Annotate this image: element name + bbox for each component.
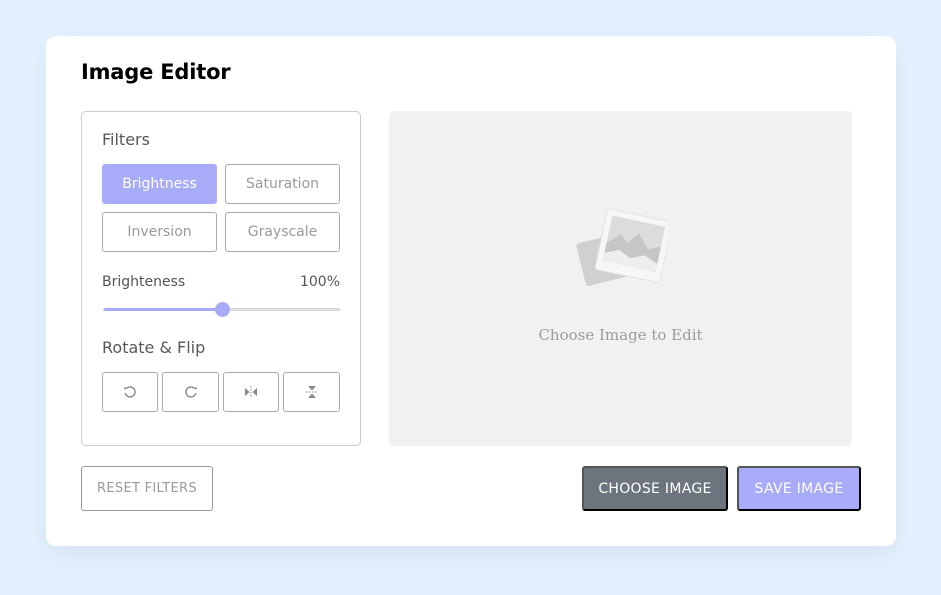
- filter-inversion-button[interactable]: Inversion: [102, 212, 217, 252]
- slider-value: 100%: [299, 274, 340, 290]
- image-preview: Choose Image to Edit: [389, 111, 852, 446]
- flip-horizontal-button[interactable]: [223, 372, 279, 412]
- flip-vertical-icon: [305, 386, 318, 398]
- rotate-left-button[interactable]: [102, 372, 158, 412]
- editor-card: Image Editor Filters Brightness Saturati…: [46, 36, 896, 546]
- rotate-right-button[interactable]: [162, 372, 219, 412]
- slider-thumb[interactable]: [215, 302, 230, 317]
- rotate-right-icon: [184, 386, 197, 398]
- page-title: Image Editor: [81, 60, 231, 84]
- slider-fill: [104, 308, 222, 311]
- rotate-flip-title: Rotate & Flip: [102, 338, 206, 357]
- filter-grayscale-button[interactable]: Grayscale: [225, 212, 340, 252]
- preview-placeholder-text: Choose Image to Edit: [538, 326, 703, 344]
- flip-vertical-button[interactable]: [283, 372, 340, 412]
- brightness-slider[interactable]: [103, 302, 340, 317]
- filter-brightness-button[interactable]: Brightness: [102, 164, 217, 204]
- slider-label: Brighteness: [102, 274, 186, 290]
- rotate-left-icon: [124, 386, 136, 398]
- flip-horizontal-icon: [245, 386, 257, 398]
- filters-title: Filters: [102, 130, 150, 149]
- choose-image-button[interactable]: CHOOSE IMAGE: [582, 466, 728, 511]
- filter-saturation-button[interactable]: Saturation: [225, 164, 340, 204]
- save-image-button[interactable]: SAVE IMAGE: [737, 466, 861, 511]
- editor-panel: Filters Brightness Saturation Inversion …: [81, 111, 361, 446]
- reset-filters-button[interactable]: RESET FILTERS: [81, 466, 213, 511]
- image-placeholder-icon: [576, 208, 668, 286]
